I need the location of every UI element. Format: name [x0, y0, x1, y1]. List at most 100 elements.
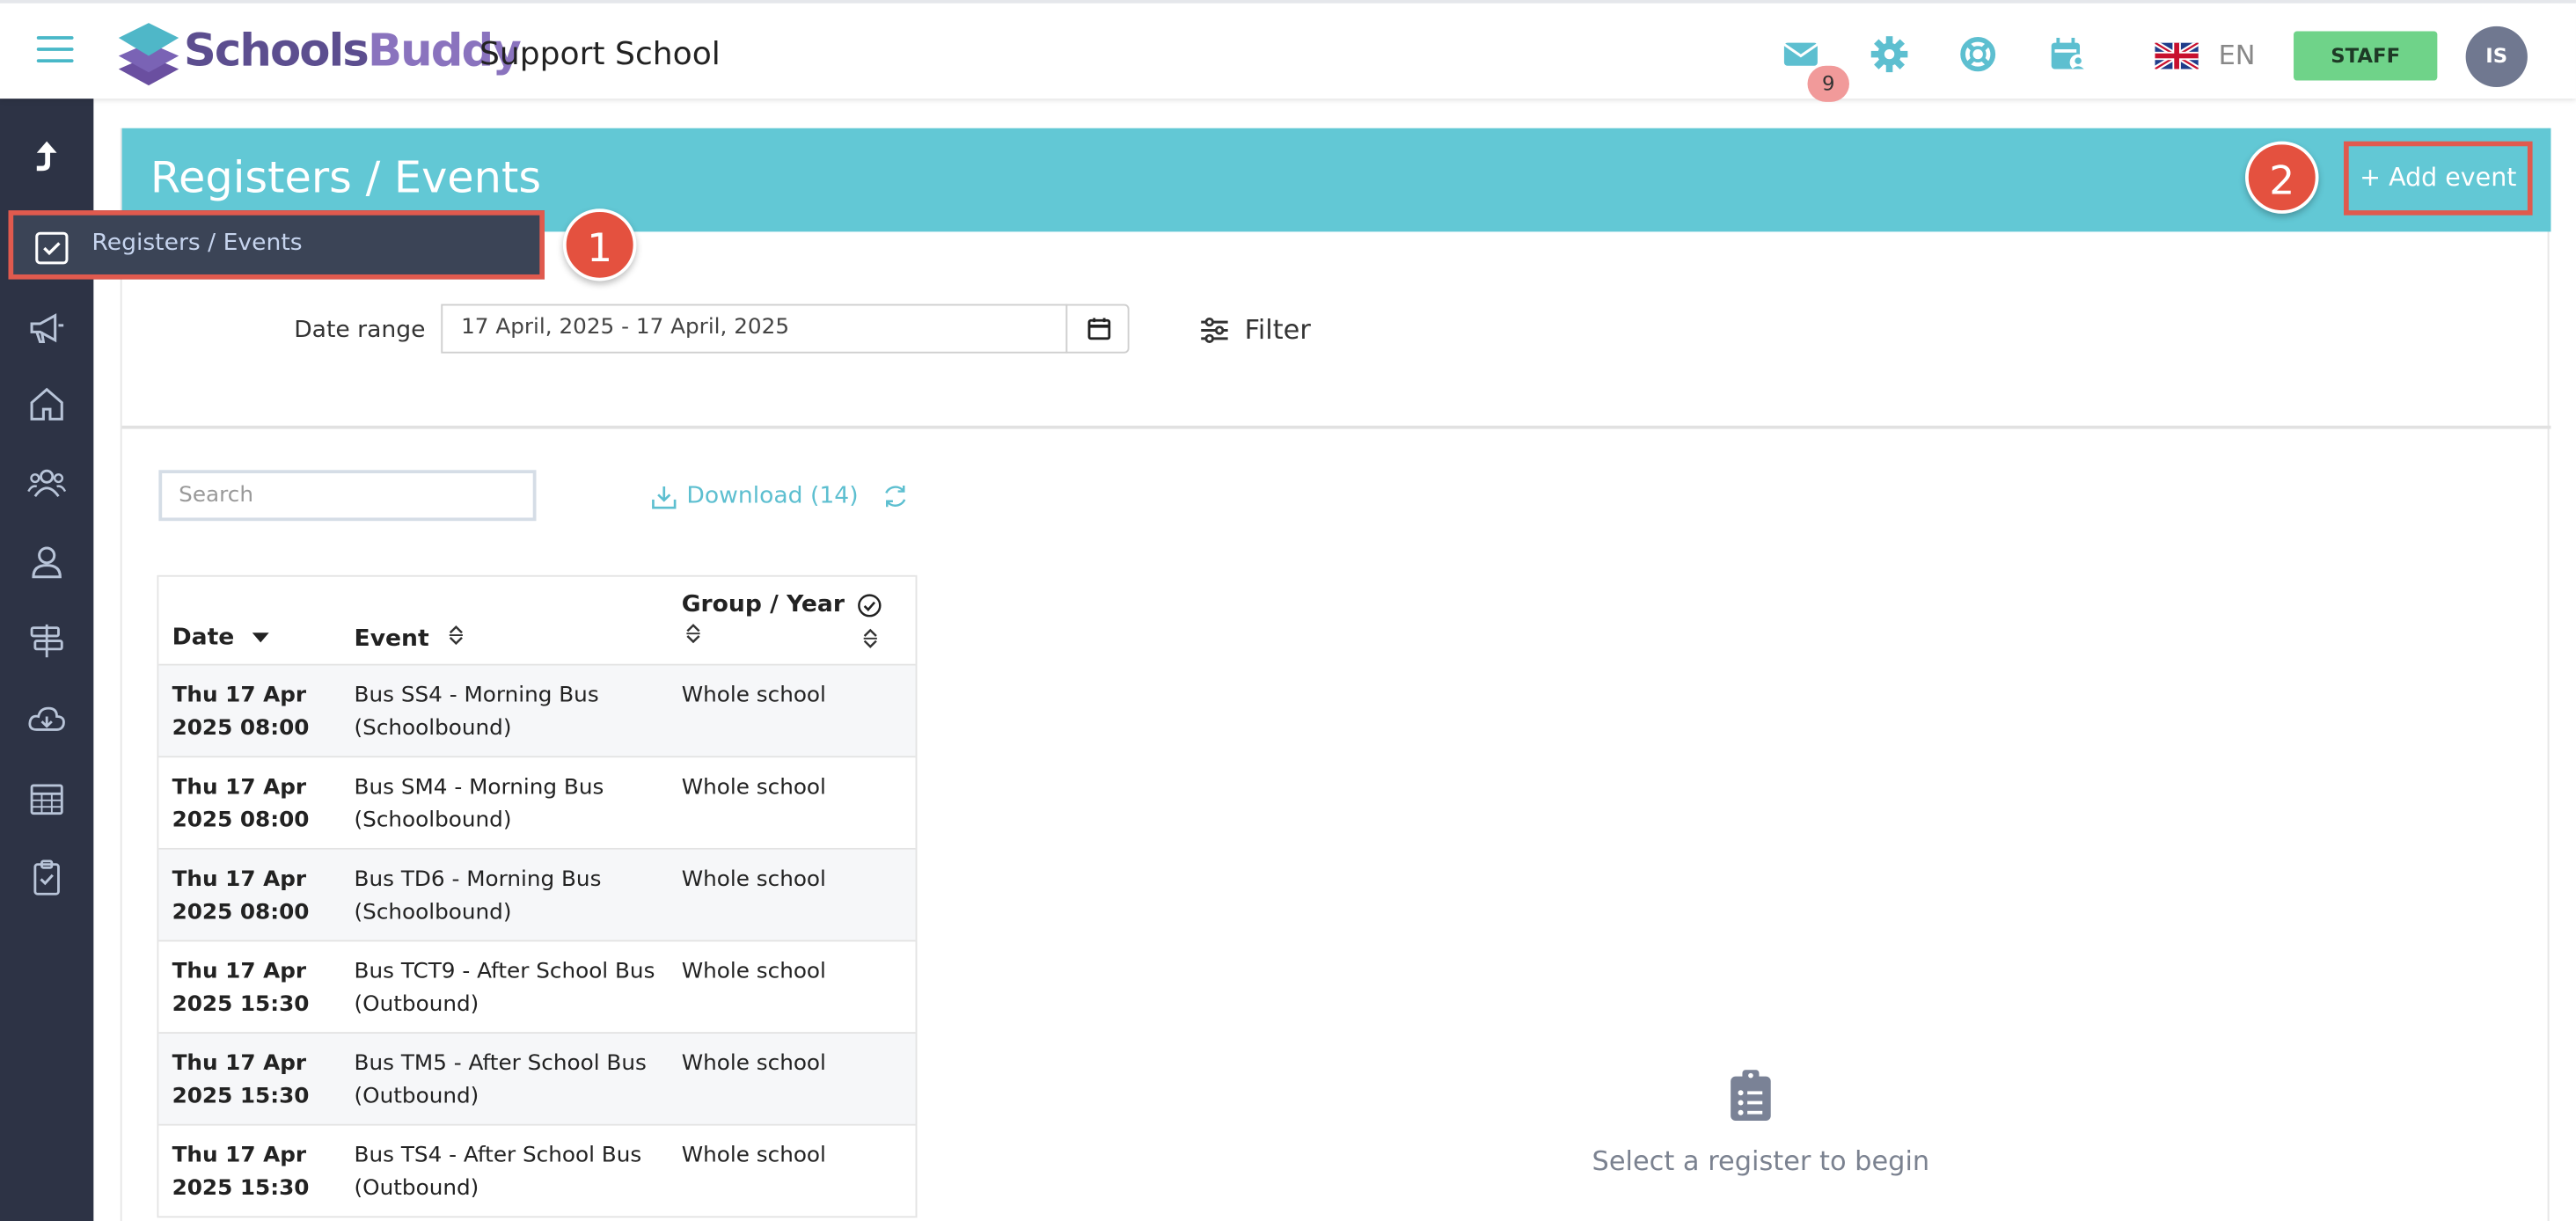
row-date-time: 2025 15:30	[172, 992, 310, 1018]
lifebuoy-icon[interactable]	[1959, 36, 1996, 72]
row-group: Whole school	[681, 775, 826, 801]
column-header-date[interactable]: Date	[172, 625, 269, 651]
row-event-direction: (Outbound)	[354, 1084, 479, 1109]
table-header: Date Event Group / Year	[158, 574, 916, 666]
megaphone-icon[interactable]	[26, 309, 67, 348]
column-header-label: Event	[354, 625, 429, 653]
row-event-name: Bus SS4 - Morning Bus	[354, 684, 599, 709]
top-bar: SchoolsBuddy Support School 9 EN STAFF I…	[0, 0, 2576, 102]
row-date-day: Thu 17 Apr	[172, 684, 307, 709]
row-date-time: 2025 15:30	[172, 1176, 310, 1202]
row-group: Whole school	[681, 1144, 826, 1169]
row-event-direction: (Schoolbound)	[354, 808, 512, 834]
check-circle-icon	[858, 594, 882, 618]
cloud-download-icon[interactable]	[26, 700, 67, 740]
gear-icon[interactable]	[1870, 36, 1908, 73]
download-label: Download (14)	[686, 483, 859, 510]
row-event-direction: (Schoolbound)	[354, 716, 512, 742]
refresh-icon[interactable]	[882, 483, 909, 509]
column-header-group[interactable]: Group / Year	[682, 592, 845, 651]
add-event-button[interactable]: + Add event	[2344, 141, 2533, 216]
main-content: Registers / Events + Add event Date rang…	[120, 128, 2551, 1221]
home-icon[interactable]	[26, 384, 67, 424]
table-row[interactable]: Thu 17 Apr 2025 08:00 Bus SM4 - Morning Bu…	[158, 757, 916, 850]
row-date-day: Thu 17 Apr	[172, 867, 307, 893]
column-header-status[interactable]	[857, 593, 882, 649]
row-event: Bus TCT9 - After School Bus (Outbound)	[355, 956, 663, 1022]
school-name: Support School	[479, 36, 721, 73]
schoolsbuddy-logo-icon	[118, 23, 179, 86]
staff-role-button[interactable]: STAFF	[2294, 31, 2438, 81]
language-selector[interactable]: EN	[2155, 39, 2256, 71]
table-calendar-icon[interactable]	[26, 779, 67, 818]
row-date-day: Thu 17 Apr	[172, 775, 307, 801]
row-group: Whole school	[681, 684, 826, 709]
row-date-time: 2025 08:00	[172, 900, 310, 925]
date-range-label: Date range	[294, 317, 426, 344]
row-date-time: 2025 08:00	[172, 716, 310, 742]
row-date-day: Thu 17 Apr	[172, 1144, 307, 1169]
row-date: Thu 17 Apr 2025 08:00	[172, 772, 323, 838]
page-title: Registers / Events	[150, 154, 542, 204]
unread-badge: 9	[1807, 65, 1849, 102]
row-date: Thu 17 Apr 2025 15:30	[172, 956, 323, 1022]
people-icon[interactable]	[26, 464, 67, 503]
section-divider	[121, 425, 2551, 429]
search-input[interactable]: Search	[158, 470, 537, 522]
row-date: Thu 17 Apr 2025 15:30	[172, 1140, 323, 1206]
row-date: Thu 17 Apr 2025 08:00	[172, 865, 323, 931]
date-picker-button[interactable]	[1065, 303, 1130, 354]
sort-icon	[449, 625, 463, 646]
sliders-icon	[1201, 317, 1228, 343]
row-event: Bus TM5 - After School Bus (Outbound)	[355, 1049, 663, 1115]
envelope-icon[interactable]	[1782, 36, 1819, 72]
table-row[interactable]: Thu 17 Apr 2025 15:30 Bus TM5 - After Scho…	[158, 1034, 916, 1126]
language-code: EN	[2218, 39, 2256, 71]
row-group: Whole school	[681, 959, 826, 984]
date-range-input[interactable]: 17 April, 2025 - 17 April, 2025	[441, 303, 1068, 354]
row-event: Bus TS4 - After School Bus (Outbound)	[355, 1140, 663, 1206]
row-date: Thu 17 Apr 2025 15:30	[172, 1049, 323, 1115]
table-row[interactable]: Thu 17 Apr 2025 08:00 Bus SS4 - Morning Bu…	[158, 665, 916, 758]
row-date-time: 2025 08:00	[172, 808, 310, 834]
column-header-label: Group / Year	[681, 591, 845, 618]
download-icon	[652, 486, 677, 508]
column-header-event[interactable]: Event	[355, 625, 465, 653]
table-body: Thu 17 Apr 2025 08:00 Bus SS4 - Morning Bu…	[158, 665, 916, 1218]
uk-flag-icon	[2155, 41, 2199, 69]
sort-icon	[686, 624, 700, 644]
row-event: Bus TD6 - Morning Bus (Schoolbound)	[355, 865, 663, 931]
user-avatar[interactable]: IS	[2465, 26, 2528, 88]
sidebar-item-registers-events[interactable]: Registers / Events	[8, 210, 545, 280]
hamburger-menu-icon[interactable]	[36, 36, 74, 66]
row-event-name: Bus TCT9 - After School Bus	[354, 959, 655, 984]
row-group: Whole school	[681, 867, 826, 893]
table-row[interactable]: Thu 17 Apr 2025 15:30 Bus TS4 - After Scho…	[158, 1125, 916, 1218]
filter-button[interactable]: Filter	[1199, 314, 1311, 345]
row-event-direction: (Outbound)	[354, 1176, 479, 1202]
clipboard-check-icon[interactable]	[26, 858, 67, 897]
sort-icon	[863, 628, 877, 648]
table-row[interactable]: Thu 17 Apr 2025 15:30 Bus TCT9 - After Sch…	[158, 941, 916, 1035]
up-arrow-icon[interactable]	[26, 138, 67, 178]
brand-name[interactable]: SchoolsBuddy	[184, 26, 522, 77]
checkbox-icon	[35, 231, 69, 265]
row-date: Thu 17 Apr 2025 08:00	[172, 680, 323, 746]
calendar-user-icon[interactable]	[2050, 36, 2087, 72]
filter-label: Filter	[1244, 313, 1311, 346]
registers-table: Date Event Group / Year Thu 17 Apr 2025 …	[157, 574, 918, 1218]
row-event-direction: (Schoolbound)	[354, 900, 512, 925]
row-event: Bus SS4 - Morning Bus (Schoolbound)	[355, 680, 663, 746]
download-button[interactable]: Download (14)	[652, 483, 859, 509]
annotation-callout-1: 1	[562, 208, 637, 281]
empty-state: Select a register to begin	[1592, 1070, 1929, 1177]
row-date-day: Thu 17 Apr	[172, 959, 307, 984]
row-event-name: Bus TD6 - Morning Bus	[354, 867, 602, 893]
empty-state-message: Select a register to begin	[1592, 1145, 1930, 1177]
row-event-name: Bus TS4 - After School Bus	[354, 1144, 642, 1169]
person-icon[interactable]	[26, 542, 67, 581]
row-event: Bus SM4 - Morning Bus (Schoolbound)	[355, 772, 663, 838]
signpost-icon[interactable]	[26, 621, 67, 661]
table-row[interactable]: Thu 17 Apr 2025 08:00 Bus TD6 - Morning Bu…	[158, 849, 916, 942]
sort-descending-icon	[252, 632, 269, 643]
